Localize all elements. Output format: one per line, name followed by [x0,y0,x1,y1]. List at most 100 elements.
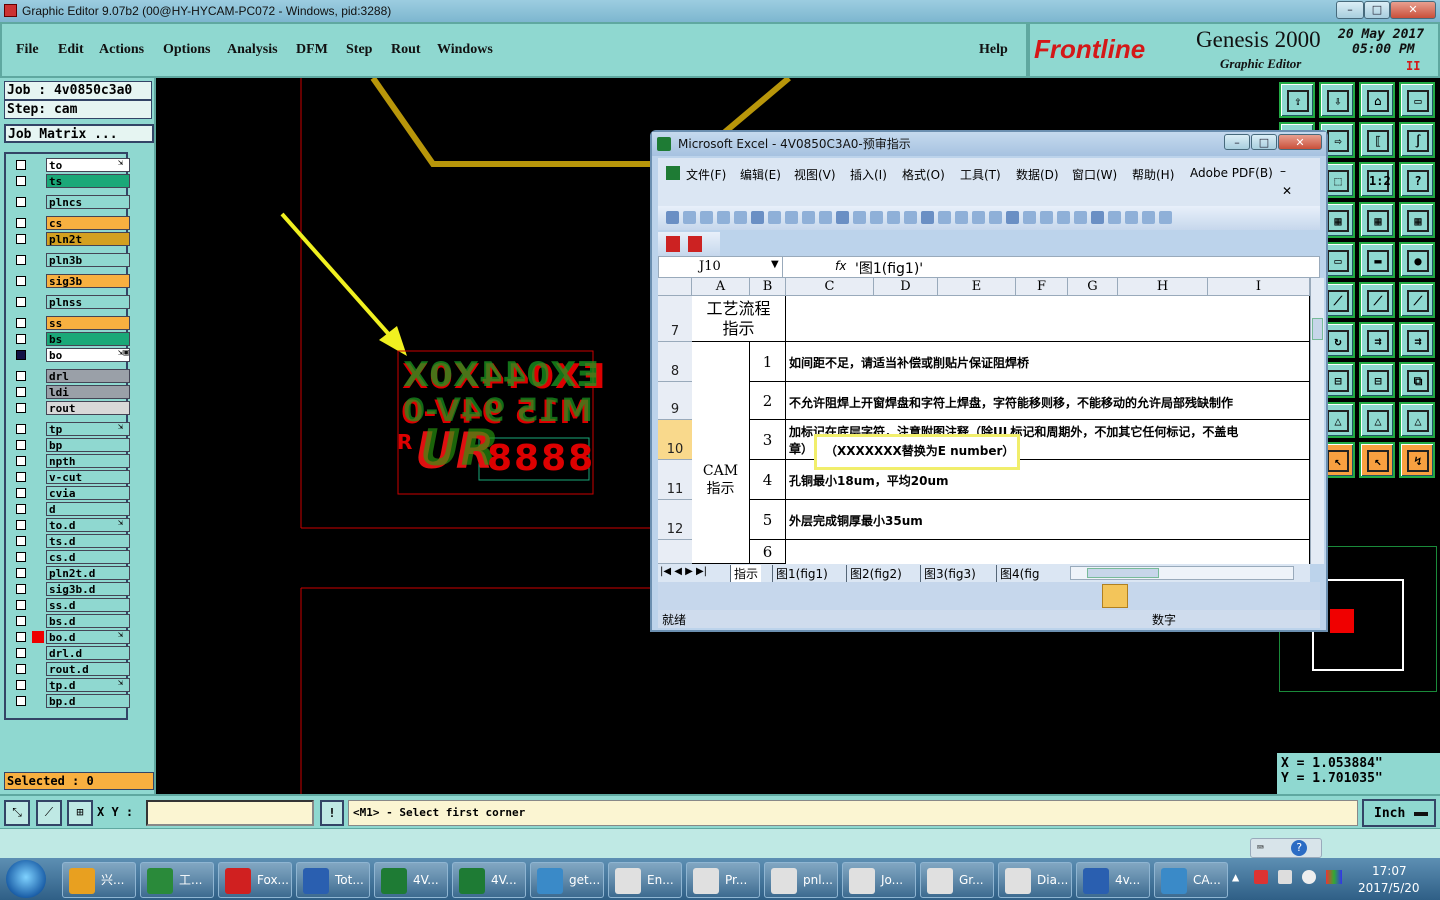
excel-toolbar-icon[interactable] [717,211,730,224]
layer-name[interactable]: bs.d [46,614,130,628]
sheet-tab[interactable]: 图3(fig3) [920,565,979,582]
cell-item-number[interactable]: 5 [750,500,786,540]
layer-row[interactable]: ts.d [14,534,130,548]
tool-triangle-4-icon[interactable]: △ [1399,402,1435,438]
tool-scale-icon[interactable]: 1:2 [1359,162,1395,198]
excel-toolbar-icon[interactable] [768,211,781,224]
taskbar-item[interactable]: CA... [1154,862,1228,898]
excel-toolbar-icon[interactable] [1108,211,1121,224]
excel-window[interactable]: Microsoft Excel - 4V0850C3A0-预审指示 – □ ✕ … [650,130,1328,632]
layer-name[interactable]: sig3b.d [46,582,130,596]
measure-icon[interactable]: ⟋ [36,800,62,826]
tool-copy-icon[interactable]: ⧉ [1399,362,1435,398]
layer-row[interactable]: bs [14,332,130,346]
layer-name[interactable]: cs [46,216,130,230]
layer-row[interactable]: bp [14,438,130,452]
layer-row[interactable]: ss.d [14,598,130,612]
cell-cam-label[interactable]: CAM 指示 [692,342,750,564]
layer-name[interactable]: rout [46,401,130,415]
layer-checkbox[interactable] [16,664,26,674]
maximize-button[interactable]: □ [1364,1,1390,19]
layer-name[interactable]: ts [46,174,130,188]
layer-row[interactable]: pln2t [14,232,130,246]
layer-checkbox[interactable] [16,552,26,562]
column-header[interactable]: H [1118,278,1208,296]
column-header[interactable]: A [692,278,750,296]
row-header[interactable] [658,540,692,564]
name-box[interactable]: J10 [659,257,783,277]
layer-checkbox[interactable] [16,632,26,642]
sheet-tab[interactable]: 图1(fig1) [772,565,831,582]
taskbar-item[interactable]: 4V... [452,862,526,898]
layer-checkbox[interactable] [16,318,26,328]
layer-checkbox[interactable] [16,234,26,244]
layer-name[interactable]: pln2t.d [46,566,130,580]
menu-step[interactable]: Step [346,42,372,58]
cell-item-number[interactable]: 2 [750,382,786,420]
layer-name[interactable]: d [46,502,130,516]
layer-row[interactable]: ss [14,316,130,330]
layer-name[interactable]: v-cut [46,470,130,484]
help-icon[interactable]: ? [1291,840,1307,856]
layer-row[interactable]: ldi [14,385,130,399]
cell-instruction[interactable]: 如间距不足，请适当补偿或削贴片保证阻焊桥 [786,342,1310,382]
sheet-nav-first-icon[interactable]: |◀ ◀ ▶ ▶| [660,566,707,577]
excel-menu-item[interactable]: 编辑(E) [740,166,781,183]
formula-content[interactable]: '图1(fig1)' [855,258,923,278]
layer-checkbox[interactable] [16,297,26,307]
layer-row[interactable]: plnss [14,295,130,309]
select-all-corner[interactable] [658,278,692,296]
grid-icon[interactable]: ⊞ [67,800,93,826]
tool-download-icon[interactable]: ⇩ [1319,82,1355,118]
excel-doc-minimize[interactable]: – [1280,164,1286,178]
column-header[interactable]: F [1016,278,1068,296]
cell-item-number[interactable]: 4 [750,460,786,500]
layer-row[interactable]: rout [14,401,130,415]
pdf-convert-icon[interactable] [666,236,680,252]
column-header[interactable]: C [786,278,874,296]
taskbar-item[interactable]: pnl... [764,862,838,898]
keyboard-icon[interactable]: ⌨ [1257,841,1264,854]
layer-checkbox[interactable] [16,600,26,610]
tool-layer-grid-4-icon[interactable]: ▦ [1399,202,1435,238]
layer-row[interactable]: ts [14,174,130,188]
layer-row[interactable]: bo ⇲▣ [14,348,130,362]
layer-name[interactable]: bp.d [46,694,130,708]
tool-help-icon[interactable]: ? [1399,162,1435,198]
cell-item-number[interactable]: 6 [750,540,786,564]
clock-time[interactable]: 17:07 [1372,864,1407,878]
cell-blank[interactable] [786,296,1310,342]
taskbar-item[interactable]: Pr... [686,862,760,898]
column-header[interactable]: I [1208,278,1310,296]
layer-name[interactable]: cvia [46,486,130,500]
layer-checkbox[interactable] [16,536,26,546]
horizontal-scrollbar[interactable] [1070,566,1294,580]
excel-toolbar-icon[interactable] [887,211,900,224]
layer-row[interactable]: plncs [14,195,130,209]
excel-toolbar-icon[interactable] [853,211,866,224]
cell-instruction[interactable]: 不允许阻焊上开窗焊盘和字符上焊盘，字符能移则移，不能移动的允许局部残缺制作 [786,382,1310,420]
layer-checkbox[interactable] [16,584,26,594]
layer-checkbox[interactable] [16,176,26,186]
excel-toolbar-icon[interactable] [1006,211,1019,224]
layer-checkbox[interactable] [16,350,26,360]
excel-menu-item[interactable]: 插入(I) [850,166,887,183]
xy-input[interactable] [146,800,314,826]
taskbar-item[interactable]: En... [608,862,682,898]
menu-analysis[interactable]: Analysis [227,42,278,58]
layer-name[interactable]: ss [46,316,130,330]
layer-row[interactable]: pln2t.d [14,566,130,580]
layer-checkbox[interactable] [16,520,26,530]
excel-toolbar-icon[interactable] [683,211,696,224]
tool-snap-icon[interactable]: ↯ [1399,442,1435,478]
layer-name[interactable]: cs.d [46,550,130,564]
menu-rout[interactable]: Rout [391,42,421,58]
excel-toolbar-icon[interactable] [972,211,985,224]
excel-toolbar-icon[interactable] [989,211,1002,224]
excel-menu-item[interactable]: 窗口(W) [1072,166,1117,183]
tool-bracket-icon[interactable]: ⟦ [1359,122,1395,158]
layer-row[interactable]: rout.d [14,662,130,676]
layer-row[interactable]: bs.d [14,614,130,628]
column-header[interactable]: B [750,278,786,296]
cell-instruction[interactable] [786,540,1310,564]
